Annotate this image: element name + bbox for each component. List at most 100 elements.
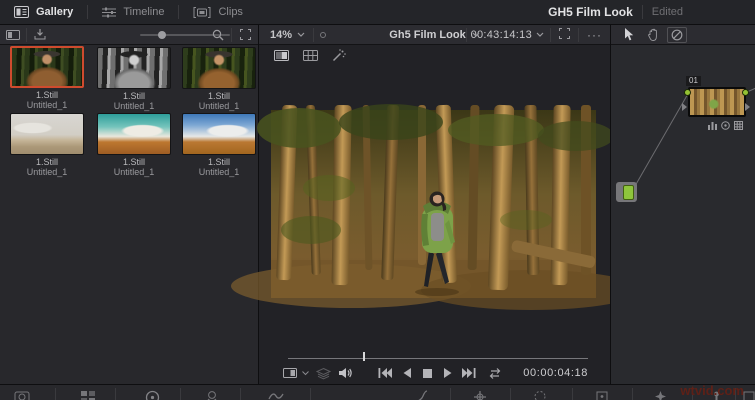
gallery-expand-button[interactable]: [232, 25, 258, 44]
still-thumbnail[interactable]: [10, 113, 84, 155]
grid-view-icon: [302, 50, 318, 61]
divider: [641, 5, 643, 19]
camera-raw-icon[interactable]: [14, 390, 30, 400]
unmix-chevron[interactable]: [300, 363, 310, 383]
still-item-2[interactable]: 1.Still Untitled_1: [97, 47, 171, 111]
hdr-wheels-icon[interactable]: [205, 390, 219, 400]
still-item-6[interactable]: 1.Still Untitled_1: [182, 113, 256, 177]
go-to-first-frame-button[interactable]: [375, 363, 395, 383]
still-item-3[interactable]: 1.Still Untitled_1: [182, 47, 256, 111]
playhead-marker[interactable]: [363, 352, 365, 361]
still-thumbnail[interactable]: [97, 47, 171, 89]
pan-tool-button[interactable]: [643, 27, 663, 43]
window-icon[interactable]: [533, 390, 547, 400]
source-input-node[interactable]: [616, 182, 637, 202]
album-panel-toggle-button[interactable]: [0, 25, 26, 44]
search-icon: [212, 29, 224, 40]
tab-gallery-label: Gallery: [36, 6, 74, 18]
viewer-zoom-control[interactable]: 14%: [259, 29, 313, 41]
source-timecode[interactable]: 00:43:14:13: [467, 29, 536, 41]
node-status-icons: [708, 121, 743, 130]
expand-icon: [239, 29, 251, 40]
go-to-last-frame-button[interactable]: [459, 363, 479, 383]
wipe-mode-button[interactable]: [272, 49, 290, 62]
node-graph[interactable]: 01: [611, 45, 755, 384]
play-reverse-icon: [403, 368, 411, 378]
tracker-icon[interactable]: [595, 390, 609, 400]
transport-controls: 00:00:04:18: [259, 363, 610, 383]
split-screen-button[interactable]: [301, 49, 319, 62]
qualifier-icon[interactable]: [473, 390, 487, 400]
rgb-mixer-icon[interactable]: [268, 390, 284, 400]
bar-chart-icon: [708, 122, 717, 130]
play-icon: [444, 368, 452, 378]
bypass-grades-button[interactable]: [667, 26, 687, 43]
node-key-output-triangle[interactable]: [745, 103, 750, 111]
watermark: wtvid.com: [680, 383, 744, 398]
loop-button[interactable]: [485, 363, 505, 383]
viewer-video-frame[interactable]: [231, 104, 641, 310]
skip-end-icon: [462, 368, 476, 378]
still-item-1[interactable]: 1.Still Untitled_1: [10, 46, 84, 110]
selection-tool-button[interactable]: [619, 27, 639, 43]
lightbox-button[interactable]: [313, 363, 333, 383]
magic-mask-icon[interactable]: [654, 390, 667, 400]
still-name: 1.Still: [35, 90, 58, 100]
scopes-icon[interactable]: [743, 390, 755, 400]
loop-icon: [489, 367, 501, 379]
viewer-scrub-bar[interactable]: [288, 358, 588, 359]
node-rgb-input-dot[interactable]: [684, 89, 691, 96]
viewer-options-menu[interactable]: ···: [579, 28, 610, 42]
color-wheels-icon[interactable]: [145, 390, 160, 400]
audio-mute-button[interactable]: [335, 363, 355, 383]
playhead-timecode: 00:00:04:18: [523, 367, 588, 379]
curves-icon[interactable]: [413, 390, 428, 400]
still-item-5[interactable]: 1.Still Untitled_1: [97, 113, 171, 177]
expand-icon: [559, 27, 570, 39]
node-key-input-triangle[interactable]: [682, 103, 687, 111]
grade-name[interactable]: Gh5 Film Look: [389, 29, 465, 41]
chevron-down-icon: [301, 371, 309, 376]
magic-wand-icon: [332, 49, 346, 62]
auto-color-button[interactable]: [330, 49, 348, 62]
stop-icon: [422, 368, 432, 378]
still-thumbnail[interactable]: [10, 46, 84, 88]
viewer-expand-button[interactable]: [551, 27, 578, 42]
tab-clips[interactable]: Clips: [179, 0, 256, 24]
slider-thumb[interactable]: [158, 31, 166, 39]
node-rgb-output-dot[interactable]: [742, 89, 749, 96]
timeline-icon: [102, 7, 117, 17]
still-name: 1.Still: [35, 157, 58, 167]
color-match-icon[interactable]: [80, 390, 96, 400]
still-name: 1.Still: [122, 157, 145, 167]
speaker-icon: [339, 368, 352, 378]
search-button[interactable]: [205, 25, 231, 44]
grade-title: GH5 Film Look: [548, 5, 633, 19]
circle-slash-icon: [671, 29, 683, 40]
project-title-area: GH5 Film Look Edited: [548, 5, 755, 19]
grab-still-button[interactable]: [27, 25, 53, 44]
tab-gallery[interactable]: Gallery: [0, 0, 87, 24]
chevron-down-icon: [536, 32, 544, 37]
viewer-toolbar: 14% Gh5 Film Look 00:43:14:13 ···: [259, 25, 610, 45]
unmix-button[interactable]: [281, 363, 299, 383]
gallery-toolbar: [0, 25, 258, 45]
tab-timeline[interactable]: Timeline: [88, 0, 178, 24]
still-subtitle: Untitled_1: [198, 101, 240, 111]
node-number-label: 01: [686, 76, 701, 86]
still-name: 1.Still: [122, 91, 145, 101]
gallery-panel: 1.Still Untitled_1 1.Still Untitled_1 1.…: [0, 25, 259, 384]
still-thumbnail[interactable]: [182, 113, 256, 155]
still-thumbnail[interactable]: [182, 47, 256, 89]
bypass-dot-icon[interactable]: [320, 31, 327, 38]
stop-button[interactable]: [419, 363, 435, 383]
corrector-node-01[interactable]: [688, 87, 746, 117]
still-subtitle: Untitled_1: [26, 100, 68, 110]
play-button[interactable]: [440, 363, 456, 383]
split-panel-icon: [6, 29, 20, 40]
palette-toolbar: [0, 384, 755, 400]
still-item-4[interactable]: 1.Still Untitled_1: [10, 113, 84, 177]
still-subtitle: Untitled_1: [113, 167, 155, 177]
step-back-button[interactable]: [399, 363, 415, 383]
still-thumbnail[interactable]: [97, 113, 171, 155]
